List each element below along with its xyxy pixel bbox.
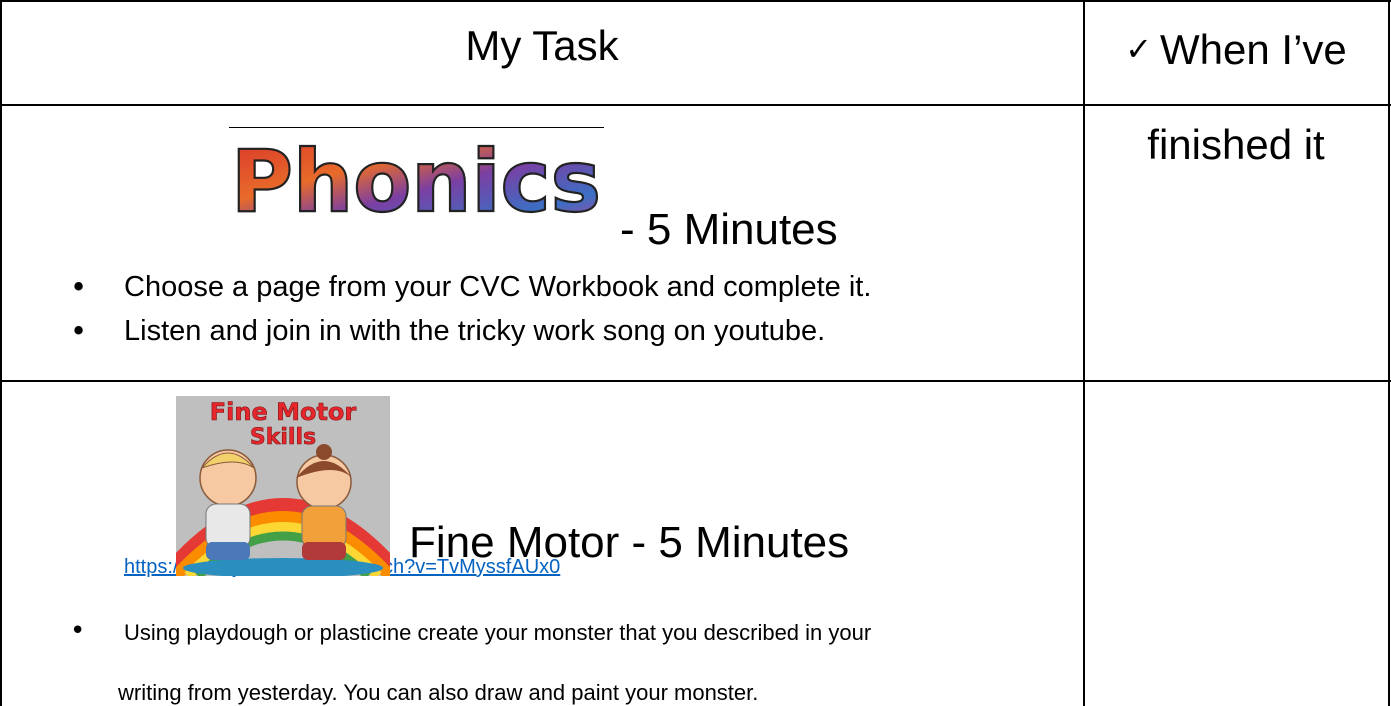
header-my-task: My Task	[465, 22, 619, 69]
header-finished-it: ✓ When I’ve	[1086, 0, 1386, 104]
bullet-icon: •	[70, 616, 86, 646]
fine-motor-item-line-2: writing from yesterday. You can also dra…	[118, 680, 759, 705]
list-item: • Choose a page from your CVC Workbook a…	[70, 267, 871, 307]
table-row-divider-2	[0, 380, 1391, 382]
fine-motor-image-title-2: Skills	[250, 425, 316, 450]
check-icon: ✓	[1125, 30, 1153, 68]
phonics-item-2: Listen and join in with the tricky work …	[124, 315, 826, 347]
phonics-logo-text: Phonics	[231, 132, 601, 219]
task-table: My Task ✓ When I’ve finished it Phonics -…	[0, 0, 1391, 706]
phonics-task-list: • Choose a page from your CVC Workbook a…	[70, 267, 871, 351]
fine-motor-item-line-1: Using playdough or plasticine create you…	[124, 620, 872, 645]
list-item: • Listen and join in with the tricky wor…	[70, 311, 871, 351]
phonics-item-1: Choose a page from your CVC Workbook and…	[124, 271, 872, 303]
bullet-icon: •	[70, 314, 88, 348]
bullet-icon: •	[70, 270, 88, 304]
fine-motor-image-title-1: Fine Motor	[210, 398, 357, 426]
fine-motor-skills-image: Fine Motor Skills	[176, 396, 390, 576]
phonics-duration: - 5 Minutes	[620, 205, 838, 254]
fine-motor-duration: Fine Motor - 5 Minutes	[409, 518, 850, 567]
phonics-logo: Phonics	[229, 127, 604, 233]
header-done-line2: finished it	[1147, 121, 1325, 168]
table-row-divider-1	[0, 104, 1391, 106]
header-done-line1: When I’ve	[1160, 26, 1347, 73]
